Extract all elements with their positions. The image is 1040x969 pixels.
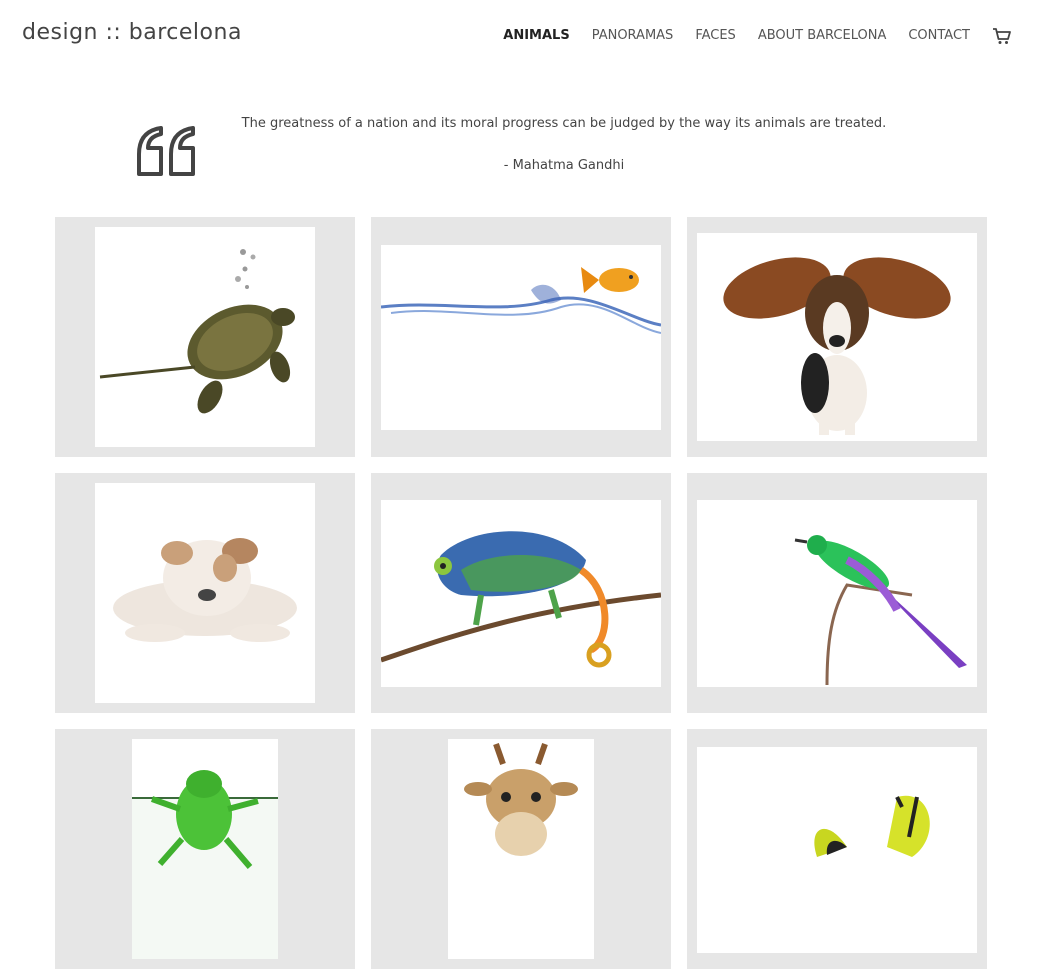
nav-animals[interactable]: ANIMALS bbox=[503, 28, 569, 43]
gallery-item-goldfish[interactable] bbox=[371, 217, 671, 457]
nav-faces[interactable]: FACES bbox=[695, 28, 736, 43]
butterfly-image bbox=[697, 747, 977, 953]
gallery-item-butterfly[interactable] bbox=[687, 729, 987, 969]
nav-panoramas[interactable]: PANORAMAS bbox=[592, 28, 674, 43]
gallery-item-tree-frog[interactable] bbox=[55, 729, 355, 969]
gallery-item-giraffe[interactable] bbox=[371, 729, 671, 969]
main-nav: ANIMALS PANORAMAS FACES ABOUT BARCELONA … bbox=[503, 28, 970, 43]
chameleon-image bbox=[381, 500, 661, 687]
gallery-item-basset-hound[interactable] bbox=[687, 217, 987, 457]
gallery-item-bulldog-puppy[interactable] bbox=[55, 473, 355, 713]
gallery-grid bbox=[55, 217, 987, 969]
bulldog-puppy-image bbox=[95, 483, 315, 703]
gallery-item-chameleon[interactable] bbox=[371, 473, 671, 713]
quote-icon bbox=[135, 124, 199, 178]
goldfish-image bbox=[381, 245, 661, 430]
tree-frog-image bbox=[132, 739, 278, 959]
basset-hound-image bbox=[697, 233, 977, 441]
giraffe-image bbox=[448, 739, 594, 959]
nav-about-barcelona[interactable]: ABOUT BARCELONA bbox=[758, 28, 887, 43]
gallery-item-turtle[interactable] bbox=[55, 217, 355, 457]
turtle-image bbox=[95, 227, 315, 447]
gallery-item-bee-eater[interactable] bbox=[687, 473, 987, 713]
cart-icon[interactable] bbox=[991, 25, 1013, 47]
bee-eater-image bbox=[697, 500, 977, 687]
quote-author: - Mahatma Gandhi bbox=[503, 158, 625, 173]
quote-text: The greatness of a nation and its moral … bbox=[241, 116, 887, 131]
site-logo[interactable]: design :: barcelona bbox=[22, 20, 242, 45]
nav-contact[interactable]: CONTACT bbox=[908, 28, 970, 43]
